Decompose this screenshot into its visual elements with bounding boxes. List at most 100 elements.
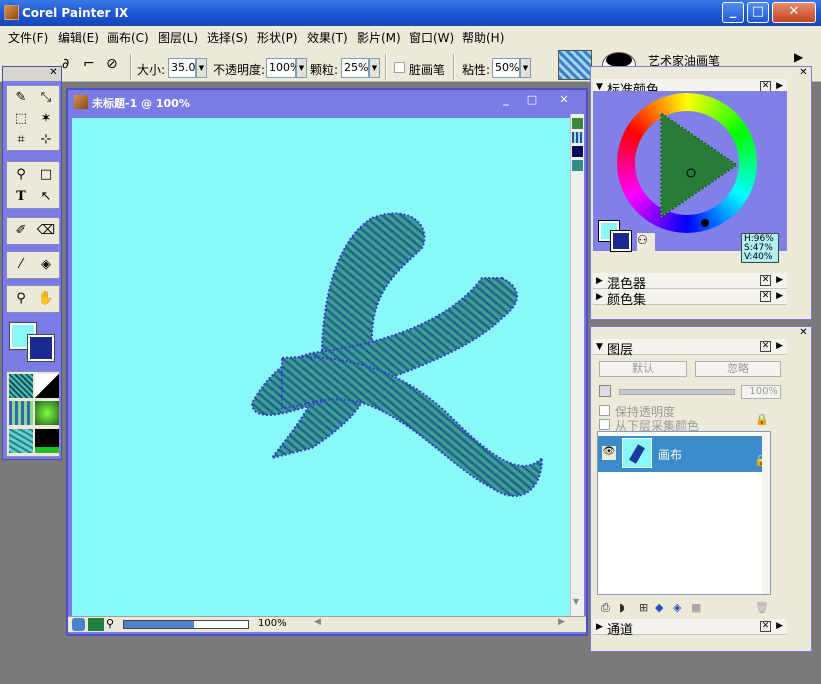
color-sets-section-header[interactable]: ▶ 颜色集 ✕ ▶ <box>593 289 787 308</box>
rotate-page-icon[interactable] <box>72 618 85 631</box>
close-button[interactable]: ✕ <box>772 2 816 23</box>
layer-adjuster-icon[interactable]: ⤡ <box>35 87 57 109</box>
menu-edit[interactable]: 编辑(E) <box>58 29 99 46</box>
close-icon[interactable]: ✕ <box>48 68 59 79</box>
maximize-button[interactable]: □ <box>747 2 769 23</box>
new-layer-icon[interactable]: ⊞ <box>639 601 648 614</box>
channels-section-header[interactable]: ▶ 通道 ✕ ▶ <box>593 619 787 638</box>
close-icon[interactable]: ✕ <box>798 328 809 339</box>
selection-adjuster-icon[interactable]: ⊹ <box>35 129 57 151</box>
composite-method-select[interactable]: 默认 <box>599 361 687 377</box>
doc-close-button[interactable]: ✕ <box>554 92 574 108</box>
menu-window[interactable]: 窗口(W) <box>409 29 454 46</box>
dirty-brush-checkbox[interactable] <box>394 62 405 73</box>
grabber-hand-icon[interactable]: ✋ <box>35 288 57 310</box>
dynamic-plugins-icon[interactable]: ◗ <box>619 601 625 614</box>
brush-selector-arrow-icon[interactable]: ▶ <box>794 50 803 64</box>
vertical-scrollbar[interactable]: ▼ <box>570 114 584 616</box>
color-management-icon[interactable] <box>572 146 583 157</box>
new-mask-icon[interactable]: ◈ <box>673 601 681 614</box>
secondary-color-swatch[interactable] <box>610 230 632 252</box>
menu-movie[interactable]: 影片(M) <box>357 29 401 46</box>
expand-triangle-icon[interactable]: ▶ <box>596 292 603 302</box>
saturation-value-triangle[interactable] <box>617 93 757 233</box>
clone-color-icon[interactable]: ⚇ <box>637 233 655 251</box>
scroll-left-icon[interactable]: ◀ <box>314 617 321 627</box>
layer-row[interactable]: 👁 画布 🔒 <box>598 436 770 472</box>
additional-color-swatch[interactable] <box>27 334 55 362</box>
paint-bucket-icon[interactable]: ◈ <box>35 254 57 276</box>
doc-maximize-button[interactable]: □ <box>522 92 542 108</box>
look-selector-icon[interactable] <box>35 429 59 453</box>
layer-attributes-icon[interactable]: ⎙ <box>601 601 610 615</box>
grid-toggle-icon[interactable] <box>572 132 583 143</box>
pattern-selector-icon[interactable] <box>9 401 33 425</box>
section-menu-arrow-icon[interactable]: ▶ <box>776 275 783 285</box>
size-field[interactable]: 35.0 <box>168 58 196 78</box>
brush-reset-icon[interactable]: ⊘ <box>106 56 124 76</box>
section-close-icon[interactable]: ✕ <box>760 275 771 286</box>
impasto-icon[interactable] <box>572 160 583 171</box>
brush-stroke-icon[interactable]: ∂ <box>62 56 80 76</box>
nozzle-selector-icon[interactable] <box>35 401 59 425</box>
doc-minimize-button[interactable]: _ <box>496 92 516 108</box>
cloner-icon[interactable]: ✐ <box>10 220 32 242</box>
section-close-icon[interactable]: ✕ <box>760 621 771 632</box>
lock-icon[interactable]: 🔒 <box>755 413 769 426</box>
brush-category-icon[interactable] <box>558 50 592 80</box>
hue-ring[interactable] <box>617 93 757 233</box>
scroll-down-icon[interactable]: ▼ <box>573 597 579 606</box>
menu-help[interactable]: 帮助(H) <box>462 29 504 46</box>
menu-effects[interactable]: 效果(T) <box>307 29 348 46</box>
magic-wand-icon[interactable]: ✶ <box>35 108 57 130</box>
layers-section-header[interactable]: ▼ 图层 ✕ ▶ <box>593 339 787 358</box>
drawing-canvas[interactable] <box>72 118 570 616</box>
toggle-tracing-icon[interactable] <box>572 118 583 129</box>
gradient-selector-icon[interactable] <box>35 374 59 398</box>
paper-selector-icon[interactable] <box>9 374 33 398</box>
menu-canvas[interactable]: 画布(C) <box>107 29 149 46</box>
zoom-level[interactable]: 100% <box>258 618 287 629</box>
collapse-triangle-icon[interactable]: ▼ <box>596 342 603 352</box>
rectangle-shape-icon[interactable]: □ <box>35 164 57 186</box>
opacity-field[interactable]: 100% <box>266 58 300 78</box>
crop-icon[interactable]: ⌗ <box>10 129 32 151</box>
menu-layers[interactable]: 图层(L) <box>158 29 198 46</box>
section-menu-arrow-icon[interactable]: ▶ <box>776 81 783 91</box>
menu-file[interactable]: 文件(F) <box>8 29 48 46</box>
close-icon[interactable]: ✕ <box>798 68 809 79</box>
layer-opacity-field[interactable]: 100% <box>741 385 781 399</box>
menu-shapes[interactable]: 形状(P) <box>257 29 298 46</box>
rect-select-icon[interactable]: ⬚ <box>10 108 32 130</box>
section-close-icon[interactable]: ✕ <box>760 291 771 302</box>
mixer-section-header[interactable]: ▶ 混色器 ✕ ▶ <box>593 273 787 292</box>
eraser-icon[interactable]: ⌫ <box>35 220 57 242</box>
layer-opacity-slider[interactable] <box>619 389 735 395</box>
eye-visibility-icon[interactable]: 👁 <box>602 446 616 460</box>
brush-tool-icon[interactable]: ✎ <box>10 87 32 109</box>
zoom-slider[interactable] <box>123 620 249 629</box>
viscosity-field[interactable]: 50% <box>492 58 520 78</box>
pen-icon[interactable]: ⚲ <box>10 164 32 186</box>
delete-layer-icon[interactable]: 🗑 <box>755 601 769 614</box>
section-menu-arrow-icon[interactable]: ▶ <box>776 291 783 301</box>
section-close-icon[interactable]: ✕ <box>760 341 771 352</box>
section-menu-arrow-icon[interactable]: ▶ <box>776 341 783 351</box>
weaving-selector-icon[interactable] <box>9 429 33 453</box>
text-icon[interactable]: T <box>10 186 32 208</box>
zoom-icon[interactable]: ⚲ <box>106 617 114 630</box>
scroll-right-icon[interactable]: ▶ <box>558 617 565 627</box>
viscosity-dropdown-icon[interactable]: ▼ <box>520 58 531 78</box>
size-dropdown-icon[interactable]: ▼ <box>196 58 207 78</box>
dropper-icon[interactable]: ⁄ <box>10 254 32 276</box>
section-menu-arrow-icon[interactable]: ▶ <box>776 621 783 631</box>
layer-dropper-icon[interactable]: ■ <box>691 601 701 614</box>
expand-triangle-icon[interactable]: ▶ <box>596 276 603 286</box>
pick-up-color-checkbox[interactable] <box>599 419 610 430</box>
grain-field[interactable]: 25% <box>341 58 369 78</box>
grabber-icon[interactable] <box>88 618 104 631</box>
grain-dropdown-icon[interactable]: ▼ <box>369 58 380 78</box>
layer-list-scrollbar[interactable] <box>762 432 770 594</box>
line-stroke-icon[interactable]: ⌐ <box>83 56 101 76</box>
composite-depth-select[interactable]: 忽略 <box>695 361 781 377</box>
